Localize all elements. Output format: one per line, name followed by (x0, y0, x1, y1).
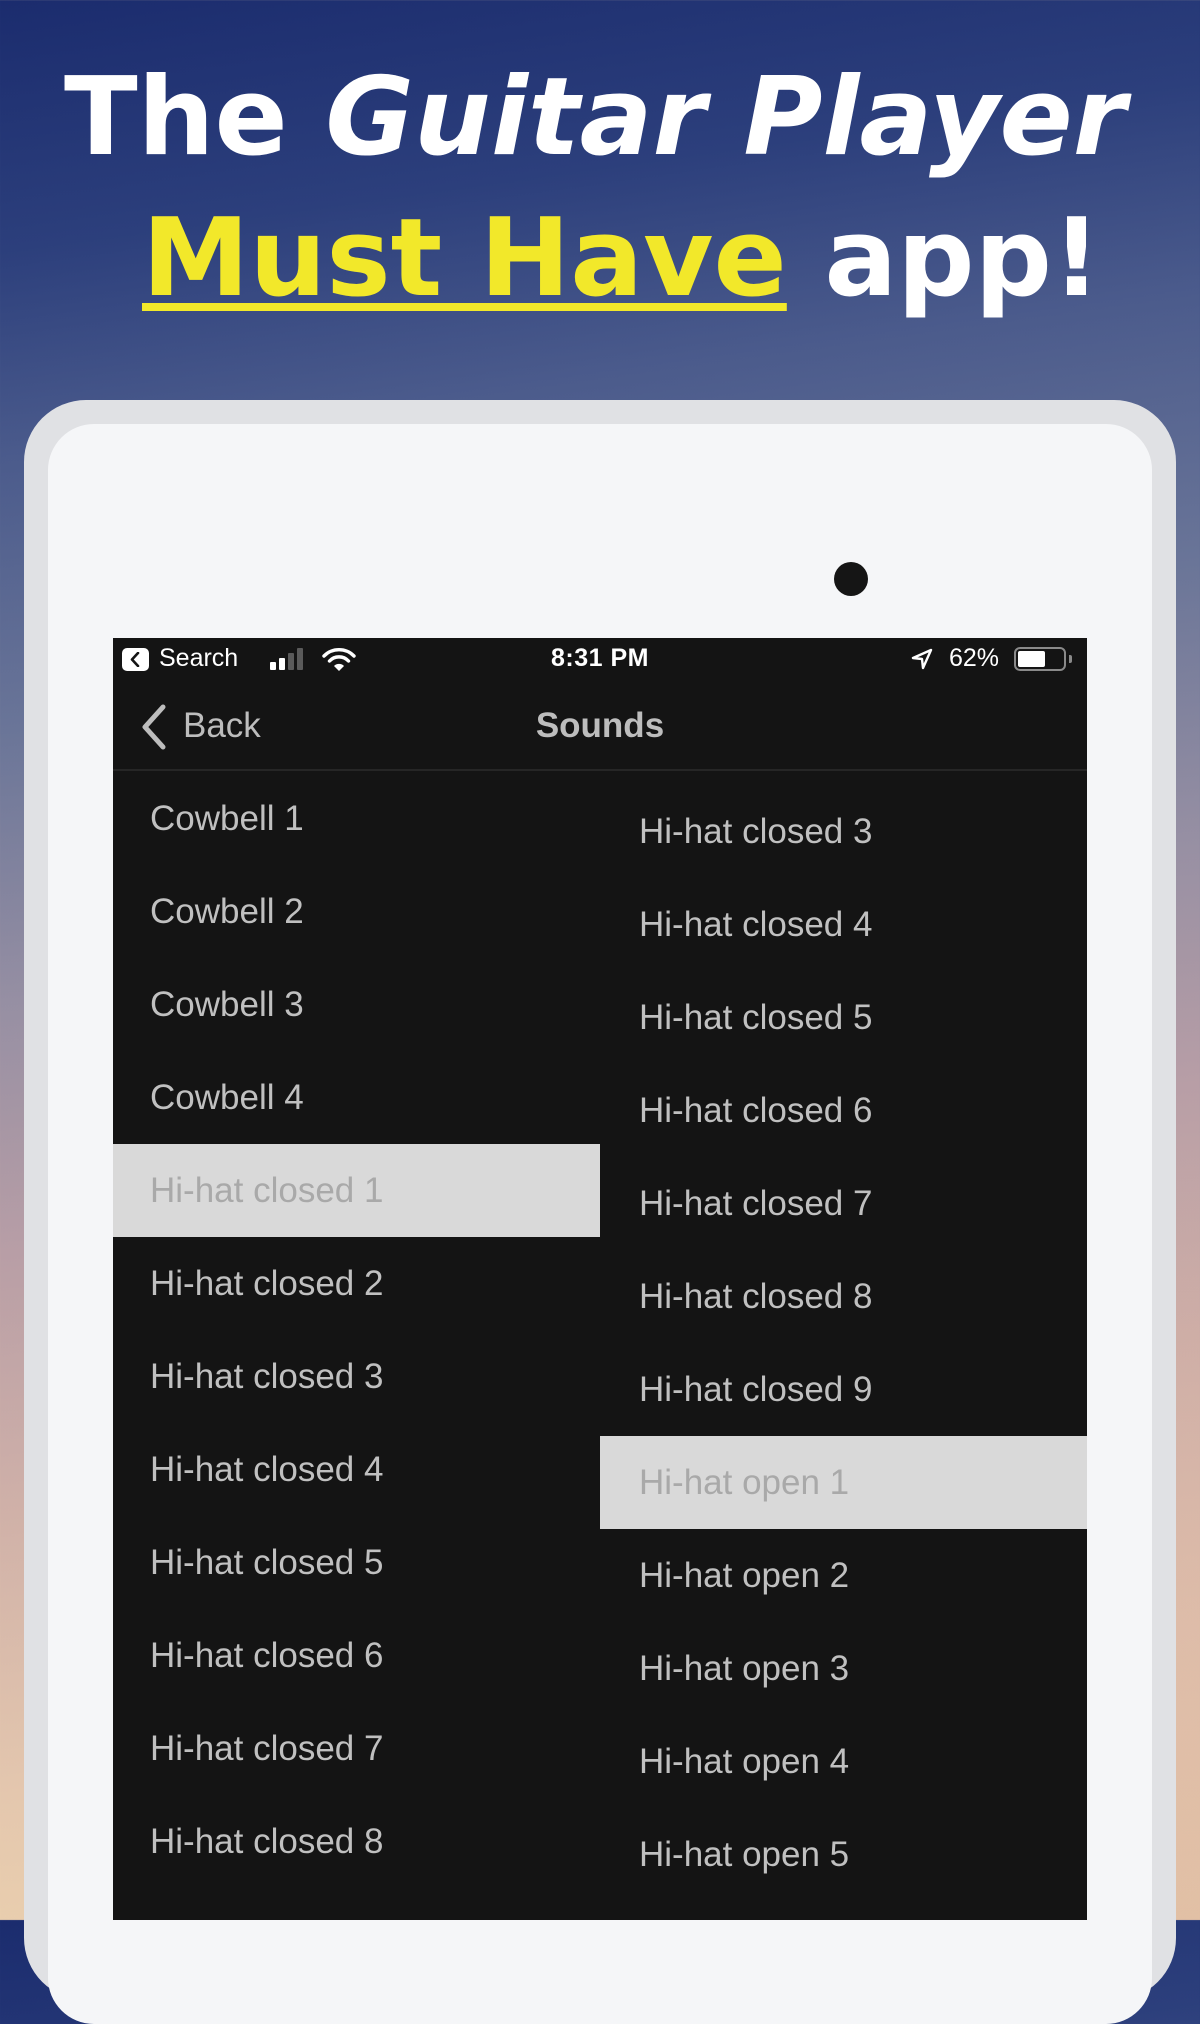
sound-item[interactable]: Cowbell 4 (113, 1051, 600, 1144)
navigation-bar: Back Sounds (113, 682, 1087, 771)
sound-item[interactable]: Hi-hat closed 9 (600, 1343, 1087, 1436)
sound-item[interactable]: Cowbell 3 (113, 958, 600, 1051)
sounds-list-left: Cowbell 1 Cowbell 2 Cowbell 3 Cowbell 4 Hi-h… (113, 772, 600, 1888)
sound-item[interactable]: Cowbell 1 (113, 772, 600, 865)
battery-tip (1069, 655, 1072, 663)
sound-item[interactable]: Hi-hat closed 7 (600, 1157, 1087, 1250)
battery-percent: 62% (949, 644, 1000, 672)
camera-icon (834, 562, 868, 596)
app-screen: Search 8:31 PM 62% Back Sounds Cowbell 1… (113, 638, 1087, 1920)
headline-prefix: The (64, 55, 326, 180)
status-bar: Search 8:31 PM 62% (113, 638, 1087, 682)
headline-emphasis: Guitar Player (325, 55, 1126, 180)
sound-item[interactable]: Hi-hat closed 2 (113, 1237, 600, 1330)
sound-item[interactable]: Hi-hat closed 6 (600, 1064, 1087, 1157)
sound-item[interactable]: Hi-hat open 2 (600, 1529, 1087, 1622)
headline-line-1: The Guitar Player (64, 64, 1200, 172)
sounds-list-right: Hi-hat closed 3 Hi-hat closed 4 Hi-hat clo… (600, 785, 1087, 1901)
sound-item[interactable]: Cowbell 2 (113, 865, 600, 958)
sound-item[interactable]: Hi-hat open 3 (600, 1622, 1087, 1715)
sound-item[interactable]: Hi-hat closed 6 (113, 1609, 600, 1702)
sound-item[interactable]: Hi-hat closed 5 (600, 971, 1087, 1064)
sound-item[interactable]: Hi-hat closed 4 (600, 878, 1087, 971)
headline-suffix: app! (786, 196, 1102, 321)
battery-icon (1014, 647, 1066, 671)
sound-item[interactable]: Hi-hat closed 3 (113, 1330, 600, 1423)
clock: 8:31 PM (551, 644, 649, 672)
page-title: Sounds (535, 706, 665, 745)
sound-item[interactable]: Hi-hat closed 7 (113, 1702, 600, 1795)
sound-item[interactable]: Hi-hat closed 3 (600, 785, 1087, 878)
sound-item[interactable]: Hi-hat closed 4 (113, 1423, 600, 1516)
sound-item[interactable]: Hi-hat closed 8 (113, 1795, 600, 1888)
sound-item[interactable]: Hi-hat closed 5 (113, 1516, 600, 1609)
headline-line-2: Must Have app! (142, 205, 1200, 313)
sound-item-selected[interactable]: Hi-hat open 1 (600, 1436, 1087, 1529)
location-arrow-icon (911, 648, 933, 670)
sound-item-selected[interactable]: Hi-hat closed 1 (113, 1144, 600, 1237)
sound-item[interactable]: Hi-hat open 5 (600, 1808, 1087, 1901)
sound-item[interactable]: Hi-hat open 4 (600, 1715, 1087, 1808)
headline-highlight: Must Have (142, 196, 787, 321)
sound-item[interactable]: Hi-hat closed 8 (600, 1250, 1087, 1343)
battery-fill (1018, 651, 1045, 667)
